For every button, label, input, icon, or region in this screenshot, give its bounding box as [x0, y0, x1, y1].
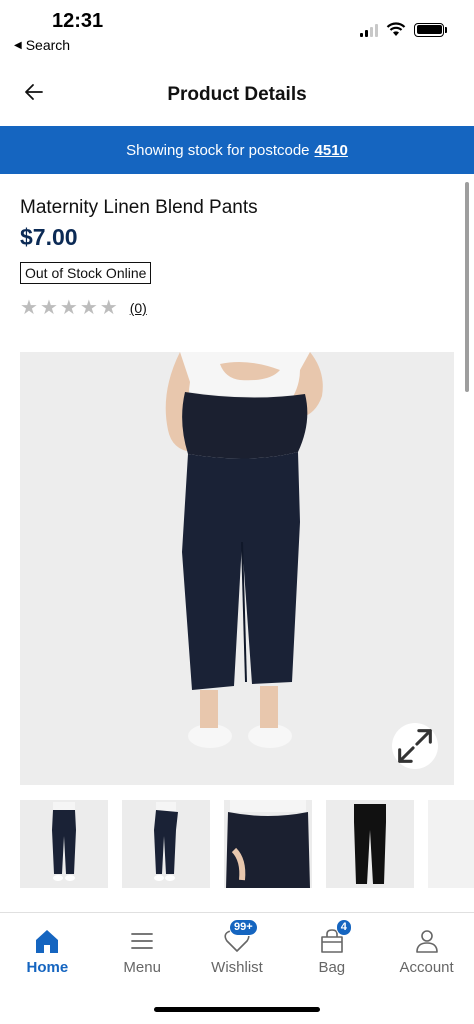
nav-home-label: Home	[26, 959, 69, 976]
back-to-search-label: Search	[25, 37, 71, 53]
star-icon: ★	[99, 297, 118, 319]
nav-wishlist[interactable]: 99+ Wishlist	[190, 913, 285, 983]
account-icon	[415, 930, 438, 953]
product-rating[interactable]: ★ ★ ★ ★ ★ (0)	[20, 298, 147, 318]
home-indicator	[154, 1007, 320, 1012]
nav-bag[interactable]: 4 Bag	[284, 913, 379, 983]
status-time: 12:31	[52, 10, 104, 32]
nav-wishlist-label: Wishlist	[211, 959, 263, 976]
review-count-link[interactable]: (0)	[130, 300, 147, 316]
postcode-banner: Showing stock for postcode 4510	[0, 126, 474, 174]
product-photo	[20, 352, 454, 785]
star-icon: ★	[20, 297, 38, 319]
cellular-signal-icon	[360, 23, 378, 37]
product-name: Maternity Linen Blend Pants	[20, 197, 258, 218]
page-header: Product Details	[0, 72, 474, 120]
status-bar: 12:31 ◀ Search	[0, 0, 474, 60]
page-title: Product Details	[167, 84, 307, 105]
thumbnail-front-view[interactable]	[20, 800, 108, 888]
wishlist-icon-wrapper: 99+	[223, 919, 258, 955]
thumbnail-more[interactable]	[428, 800, 474, 888]
back-triangle-icon: ◀	[14, 39, 22, 51]
wishlist-badge: 99+	[228, 919, 258, 936]
battery-icon	[414, 22, 447, 37]
nav-menu-label: Menu	[123, 959, 161, 976]
wifi-icon	[386, 22, 406, 36]
scrollbar[interactable]	[465, 182, 469, 392]
expand-icon	[398, 729, 432, 763]
home-icon	[36, 930, 59, 953]
postcode-link[interactable]: 4510	[315, 142, 348, 159]
thumbnail-side-view[interactable]	[122, 800, 210, 888]
expand-image-button[interactable]	[392, 723, 438, 769]
status-icons	[360, 22, 447, 37]
star-icon: ★	[39, 297, 58, 319]
nav-account[interactable]: Account	[379, 913, 474, 983]
menu-icon	[131, 933, 154, 949]
bag-badge: 4	[335, 919, 352, 936]
thumbnail-strip[interactable]	[20, 800, 474, 888]
stock-status-badge: Out of Stock Online	[20, 262, 152, 284]
product-main-image[interactable]	[20, 352, 454, 785]
thumbnail-bump-closeup[interactable]	[224, 800, 312, 888]
nav-menu[interactable]: Menu	[95, 913, 190, 983]
nav-home[interactable]: Home	[0, 913, 95, 983]
back-to-search[interactable]: ◀ Search	[14, 37, 70, 53]
nav-account-label: Account	[399, 959, 454, 976]
postcode-banner-text: Showing stock for postcode	[126, 141, 310, 159]
star-icon: ★	[79, 297, 98, 319]
nav-bag-label: Bag	[318, 959, 346, 976]
thumbnail-flat-lay[interactable]	[326, 800, 414, 888]
bottom-nav: Home Menu 99+ Wishlist 4 Bag Account	[0, 913, 474, 983]
product-price: $7.00	[20, 224, 78, 250]
star-icon: ★	[59, 297, 78, 319]
bag-icon-wrapper: 4	[318, 919, 352, 955]
